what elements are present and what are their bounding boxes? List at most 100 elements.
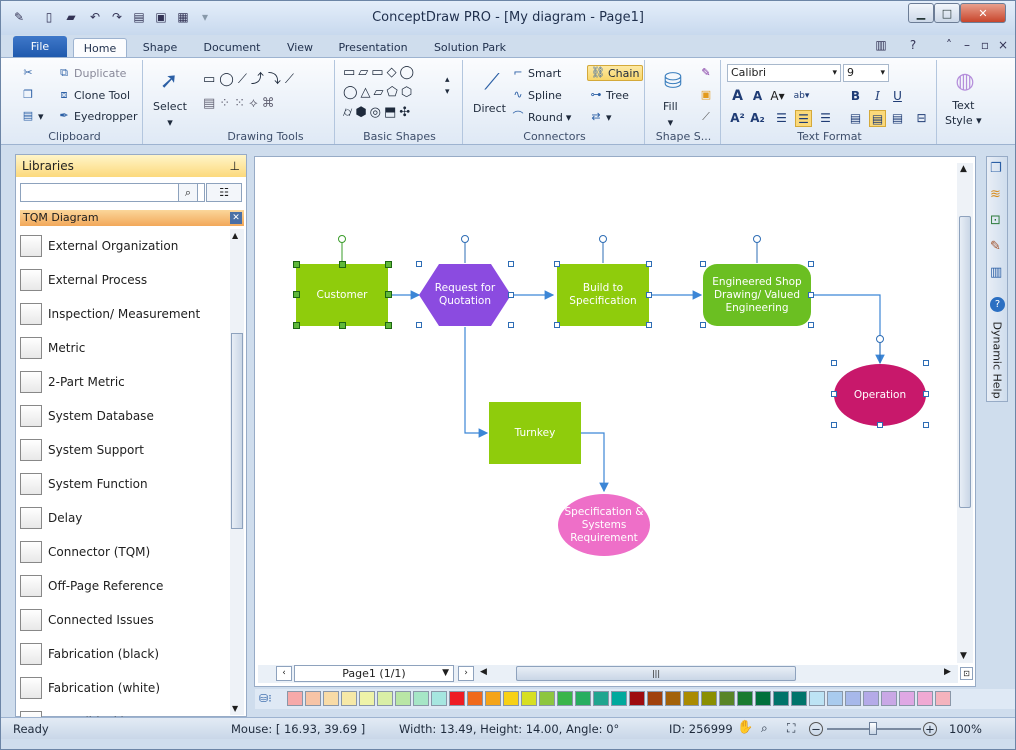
library-item[interactable]: System Database	[20, 399, 230, 433]
copy-button[interactable]: ❐	[21, 88, 35, 102]
bold-button[interactable]: B	[847, 88, 864, 105]
align-bottom-icon[interactable]: ▤	[889, 110, 906, 127]
color-swatch[interactable]	[413, 691, 429, 706]
shape-handle[interactable]	[646, 292, 652, 298]
color-swatch[interactable]	[395, 691, 411, 706]
library-item[interactable]: Off-Page Reference	[20, 569, 230, 603]
scroll-up-icon[interactable]: ▲	[960, 164, 967, 174]
color-swatch[interactable]	[503, 691, 519, 706]
color-swatch[interactable]	[611, 691, 627, 706]
tab-view[interactable]: View	[279, 38, 321, 57]
scroll-down-icon[interactable]: ▼	[960, 651, 967, 661]
color-swatch[interactable]	[629, 691, 645, 706]
color-swatch[interactable]	[305, 691, 321, 706]
chain-button[interactable]: ⛓ Chain	[587, 65, 644, 81]
color-swatch[interactable]	[899, 691, 915, 706]
italic-button[interactable]: I	[869, 88, 886, 105]
library-item[interactable]: External Organization	[20, 229, 230, 263]
build-node[interactable]: Build to Specification	[557, 264, 649, 326]
operation-node[interactable]: Operation	[835, 364, 925, 426]
tree-button[interactable]: ⊶ Tree	[589, 88, 629, 102]
font-size-select[interactable]: 9 ▾	[843, 64, 889, 82]
customer-node[interactable]: Customer	[296, 264, 388, 326]
request-node[interactable]: Request for Quotation	[421, 264, 509, 326]
behaviour-icon[interactable]: ⊡	[990, 213, 1001, 228]
connector-engineered-operation[interactable]	[811, 294, 885, 365]
fill-button[interactable]: Fill ▾	[663, 100, 678, 129]
spec-node[interactable]: Specification & Systems Requirement	[559, 494, 649, 556]
color-swatch[interactable]	[809, 691, 825, 706]
align-left-icon[interactable]: ☰	[773, 110, 790, 127]
smart-button[interactable]: ⌐ Smart	[511, 66, 561, 80]
selection-handle[interactable]	[339, 261, 346, 268]
color-swatch[interactable]	[755, 691, 771, 706]
selection-handle[interactable]	[293, 261, 300, 268]
page-select[interactable]: Page1 (1/1) ▼	[294, 665, 454, 682]
align-top-icon[interactable]: ▤	[847, 110, 864, 127]
align-middle-icon[interactable]: ▤	[869, 110, 886, 127]
library-item[interactable]: Delay	[20, 501, 230, 535]
close-library-icon[interactable]: ✕	[230, 212, 242, 224]
turnkey-node[interactable]: Turnkey	[489, 402, 581, 464]
maximize-button[interactable]: □	[934, 3, 960, 23]
selection-handle[interactable]	[339, 322, 346, 329]
highlight-icon[interactable]: ab▾	[793, 88, 810, 105]
color-swatch[interactable]	[773, 691, 789, 706]
library-item[interactable]: Connected Issues	[20, 603, 230, 637]
line-style-icon[interactable]: ⟋	[699, 110, 713, 124]
color-swatch[interactable]	[341, 691, 357, 706]
shape-handle[interactable]	[646, 261, 652, 267]
align-right-icon[interactable]: ☰	[817, 110, 834, 127]
canvas-vertical-thumb[interactable]	[959, 216, 971, 508]
cut-button[interactable]: ✂	[21, 66, 35, 80]
color-swatch[interactable]	[737, 691, 753, 706]
color-swatch[interactable]	[881, 691, 897, 706]
basic-shapes-scroll[interactable]: ▴ ▾	[445, 74, 450, 98]
shape-handle[interactable]	[923, 391, 929, 397]
library-item[interactable]: Metric	[20, 331, 230, 365]
zoom-in-tool-icon[interactable]: ⌕	[761, 721, 768, 736]
library-item[interactable]: Connector (TQM)	[20, 535, 230, 569]
color-swatch[interactable]	[827, 691, 843, 706]
underline-button[interactable]: U	[889, 88, 906, 105]
doc-minimize-icon[interactable]: –	[959, 37, 975, 53]
dynamic-help-icon[interactable]: ?	[990, 297, 1005, 312]
library-item[interactable]: System Support	[20, 433, 230, 467]
shape-handle[interactable]	[808, 261, 814, 267]
eyedropper-button[interactable]: ✒ Eyedropper	[57, 109, 137, 123]
color-swatch[interactable]	[485, 691, 501, 706]
shape-handle[interactable]	[831, 391, 837, 397]
color-swatch[interactable]	[863, 691, 879, 706]
library-scrollbar[interactable]: ▲ ▼	[230, 229, 244, 715]
shape-handle[interactable]	[808, 322, 814, 328]
color-swatch[interactable]	[719, 691, 735, 706]
tab-file[interactable]: File	[13, 36, 67, 57]
engineered-node[interactable]: Engineered Shop Drawing/ Valued Engineer…	[705, 264, 809, 326]
color-swatch[interactable]	[845, 691, 861, 706]
shape-handle[interactable]	[808, 292, 814, 298]
color-swatch[interactable]	[431, 691, 447, 706]
direct-button[interactable]: Direct	[473, 102, 506, 115]
color-swatch[interactable]	[935, 691, 951, 706]
minimize-button[interactable]: ▁	[908, 3, 934, 23]
color-swatch[interactable]	[683, 691, 699, 706]
canvas-horizontal-thumb[interactable]: |||	[516, 666, 796, 681]
selection-handle[interactable]	[385, 291, 392, 298]
selection-handle[interactable]	[385, 322, 392, 329]
next-page-icon[interactable]: ›	[458, 666, 474, 681]
color-swatch[interactable]	[557, 691, 573, 706]
prev-page-icon[interactable]: ‹	[276, 666, 292, 681]
color-swatch[interactable]	[539, 691, 555, 706]
color-swatch[interactable]	[287, 691, 303, 706]
shape-handle[interactable]	[831, 360, 837, 366]
rotate-handle-customer[interactable]	[338, 235, 346, 243]
align-center-icon[interactable]: ☰	[795, 110, 812, 127]
zoom-fit-icon[interactable]: ⊡	[960, 667, 973, 680]
basic-shapes-row2[interactable]: ◯△▱⬠⬡	[343, 85, 415, 100]
selection-handle[interactable]	[293, 291, 300, 298]
shape-handle[interactable]	[877, 422, 883, 428]
tab-solution-park[interactable]: Solution Park	[427, 38, 513, 57]
scroll-right-icon[interactable]: ▶	[944, 667, 951, 677]
doc-close-icon[interactable]: ×	[995, 37, 1011, 53]
connector-turnkey-spec[interactable]	[581, 432, 609, 493]
